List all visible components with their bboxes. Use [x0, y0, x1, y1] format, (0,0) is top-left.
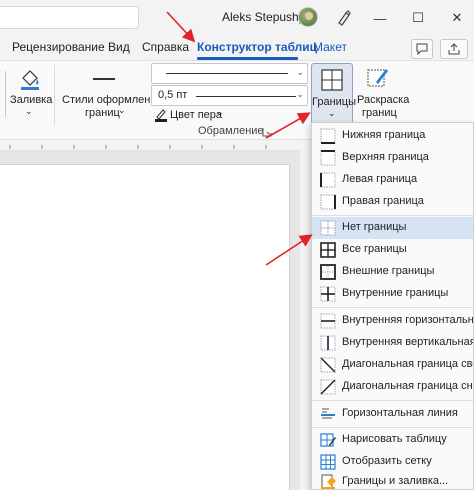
tab-layout[interactable]: Макет [313, 40, 347, 54]
menu-item-label: Нарисовать таблицу [342, 433, 447, 445]
tab-help[interactable]: Справка [142, 40, 189, 54]
menu-item-no-border[interactable]: Нет границы [312, 217, 473, 239]
menu-item-bottom-border[interactable]: Нижняя граница [312, 125, 473, 147]
borders-label: Границы [312, 96, 356, 108]
draw-table-icon [320, 433, 336, 447]
ribbon-tabs: Рецензирование Вид Справка Конструктор т… [0, 36, 474, 60]
line-weight-value: 0,5 пт [158, 89, 188, 101]
menu-item-all-borders[interactable]: Все границы [312, 239, 473, 261]
outside-borders-icon [320, 264, 336, 280]
all-borders-icon [320, 242, 336, 258]
view-gridlines-icon [320, 454, 336, 470]
border-painter-icon[interactable] [366, 66, 390, 90]
close-button[interactable]: ✕ [447, 8, 467, 28]
document-area [0, 152, 300, 490]
menu-item-label: Все границы [342, 243, 407, 255]
border-styles-label-2[interactable]: границ [85, 107, 120, 119]
chevron-down-icon[interactable]: ⌄ [216, 107, 224, 118]
menu-item-diagonal-up-border[interactable]: Диагональная граница снизу вверх [312, 376, 473, 398]
ruler [0, 140, 300, 152]
borders-menu: Нижняя граница Верхняя граница Левая гра… [311, 122, 474, 490]
all-borders-icon [321, 69, 343, 91]
tab-review[interactable]: Рецензирование [12, 40, 105, 54]
search-input[interactable] [0, 6, 139, 29]
ribbon-separator [54, 65, 55, 125]
border-painter-label[interactable]: Раскраска [357, 94, 409, 106]
comment-icon [416, 43, 428, 55]
menu-item-label: Верхняя граница [342, 151, 429, 163]
top-border-icon [320, 150, 336, 166]
menu-item-label: Левая граница [342, 173, 418, 185]
menu-item-label: Внутренние границы [342, 287, 449, 299]
menu-item-label: Отобразить сетку [342, 455, 432, 467]
inside-borders-icon [320, 286, 336, 302]
border-styles-label[interactable]: Стили оформления [62, 94, 162, 106]
title-bar: Aleks Stepushyn — ☐ ✕ [0, 0, 474, 36]
menu-item-inside-horizontal-border[interactable]: Внутренняя горизонтальная граница [312, 310, 474, 332]
menu-item-label: Внутренняя вертикальная граница [342, 336, 474, 348]
menu-separator [312, 215, 473, 216]
menu-item-outside-borders[interactable]: Внешние границы [312, 261, 473, 283]
menu-item-label: Внешние границы [342, 265, 435, 277]
chevron-down-icon[interactable]: ⌄ [25, 106, 33, 117]
diagonal-down-border-icon [320, 357, 336, 373]
menu-separator [312, 400, 473, 401]
menu-item-borders-shading[interactable]: Границы и заливка... [312, 471, 473, 489]
ribbon-left-edge [0, 71, 6, 117]
menu-separator [312, 427, 473, 428]
chevron-down-icon: ⌄ [328, 108, 336, 118]
inside-vertical-border-icon [320, 335, 336, 351]
line-weight-select[interactable]: 0,5 пт ⌄ [151, 85, 308, 106]
diagonal-up-border-icon [320, 379, 336, 395]
menu-item-right-border[interactable]: Правая граница [312, 191, 473, 213]
borders-button[interactable]: Границы ⌄ [311, 63, 356, 125]
menu-item-label: Правая граница [342, 195, 424, 207]
pen-color-icon[interactable] [154, 108, 168, 122]
pen-icon[interactable] [335, 9, 353, 27]
no-border-icon [320, 220, 336, 236]
inside-horizontal-border-icon [320, 313, 336, 329]
menu-item-label: Внутренняя горизонтальная граница [342, 314, 474, 326]
menu-item-label: Диагональная граница снизу вверх [342, 380, 473, 392]
menu-item-left-border[interactable]: Левая граница [312, 169, 473, 191]
dialog-launcher-icon[interactable] [262, 127, 272, 137]
menu-item-diagonal-down-border[interactable]: Диагональная граница сверху вниз [312, 354, 473, 376]
bottom-border-icon [320, 128, 336, 144]
paint-bucket-icon[interactable] [18, 67, 42, 91]
share-icon [448, 43, 460, 55]
menu-item-draw-table[interactable]: Нарисовать таблицу [312, 429, 473, 451]
menu-item-label: Границы и заливка... [342, 475, 449, 487]
comments-button[interactable] [411, 39, 433, 59]
maximize-button[interactable]: ☐ [408, 8, 428, 28]
menu-item-horizontal-line[interactable]: Горизонтальная линия [312, 403, 473, 425]
minimize-button[interactable]: — [370, 8, 390, 28]
tab-table-design[interactable]: Конструктор таблиц [197, 40, 317, 54]
horizontal-line-icon [321, 408, 335, 419]
menu-item-label: Нет границы [342, 221, 407, 233]
fill-label[interactable]: Заливка [10, 94, 52, 106]
border-style-icon[interactable] [93, 78, 115, 80]
avatar[interactable] [298, 7, 318, 27]
menu-item-inside-vertical-border[interactable]: Внутренняя вертикальная граница [312, 332, 474, 354]
document-page[interactable] [0, 164, 290, 490]
menu-item-label: Горизонтальная линия [342, 407, 458, 419]
menu-separator [312, 307, 473, 308]
menu-item-label: Диагональная граница сверху вниз [342, 358, 473, 370]
borders-shading-icon [321, 474, 336, 489]
menu-item-top-border[interactable]: Верхняя граница [312, 147, 473, 169]
left-border-icon [320, 172, 336, 188]
pen-color-label[interactable]: Цвет пера [170, 109, 222, 121]
menu-item-label: Нижняя граница [342, 129, 426, 141]
right-border-icon [320, 194, 336, 210]
share-button[interactable] [440, 39, 468, 59]
chevron-down-icon[interactable]: ⌄ [118, 105, 126, 116]
line-style-select[interactable]: ⌄ [151, 63, 308, 84]
tab-view[interactable]: Вид [108, 40, 130, 54]
borders-group-label: Обрамление [198, 125, 264, 137]
border-painter-label-2[interactable]: границ [362, 107, 397, 119]
menu-item-inside-borders[interactable]: Внутренние границы [312, 283, 473, 305]
menu-item-view-gridlines[interactable]: Отобразить сетку [312, 451, 473, 473]
